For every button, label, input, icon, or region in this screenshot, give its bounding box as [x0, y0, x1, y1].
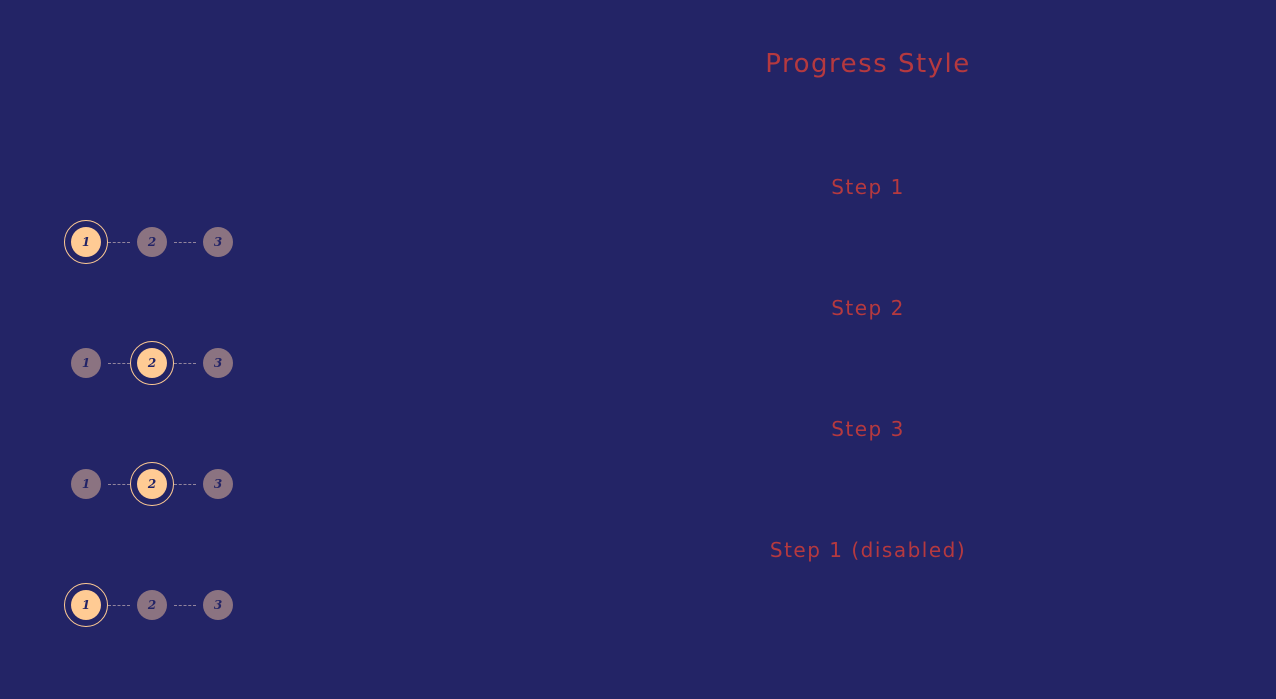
step-3-circle[interactable]: 3	[203, 469, 233, 499]
step-connector	[108, 605, 130, 606]
step-3-circle: 3	[203, 590, 233, 620]
progress-stepper-3: 1 2 3	[64, 462, 234, 506]
step-3-circle[interactable]: 3	[203, 227, 233, 257]
step-1-circle[interactable]: 1	[71, 469, 101, 499]
step-2-circle[interactable]: 2	[130, 341, 174, 385]
stepper-4-label: Step 1 (disabled)	[769, 538, 967, 562]
step-3-circle[interactable]: 3	[203, 348, 233, 378]
step-connector	[174, 242, 196, 243]
step-connector	[108, 363, 130, 364]
step-connector	[108, 242, 130, 243]
stepper-3-label: Step 3	[831, 417, 905, 441]
progress-stepper-1: 1 2 3	[64, 220, 234, 264]
step-connector	[174, 484, 196, 485]
step-2-circle[interactable]: 2	[130, 462, 174, 506]
step-1-circle[interactable]: 1	[64, 220, 108, 264]
step-2-circle[interactable]: 2	[137, 227, 167, 257]
page-title: Progress Style	[765, 49, 971, 79]
step-1-circle: 1	[64, 583, 108, 627]
step-1-circle[interactable]: 1	[71, 348, 101, 378]
step-connector	[174, 363, 196, 364]
stepper-2-label: Step 2	[831, 296, 905, 320]
progress-stepper-4-disabled: 1 2 3	[64, 583, 234, 627]
step-2-circle: 2	[137, 590, 167, 620]
progress-stepper-2: 1 2 3	[64, 341, 234, 385]
step-connector	[174, 605, 196, 606]
stepper-1-label: Step 1	[831, 175, 905, 199]
step-connector	[108, 484, 130, 485]
